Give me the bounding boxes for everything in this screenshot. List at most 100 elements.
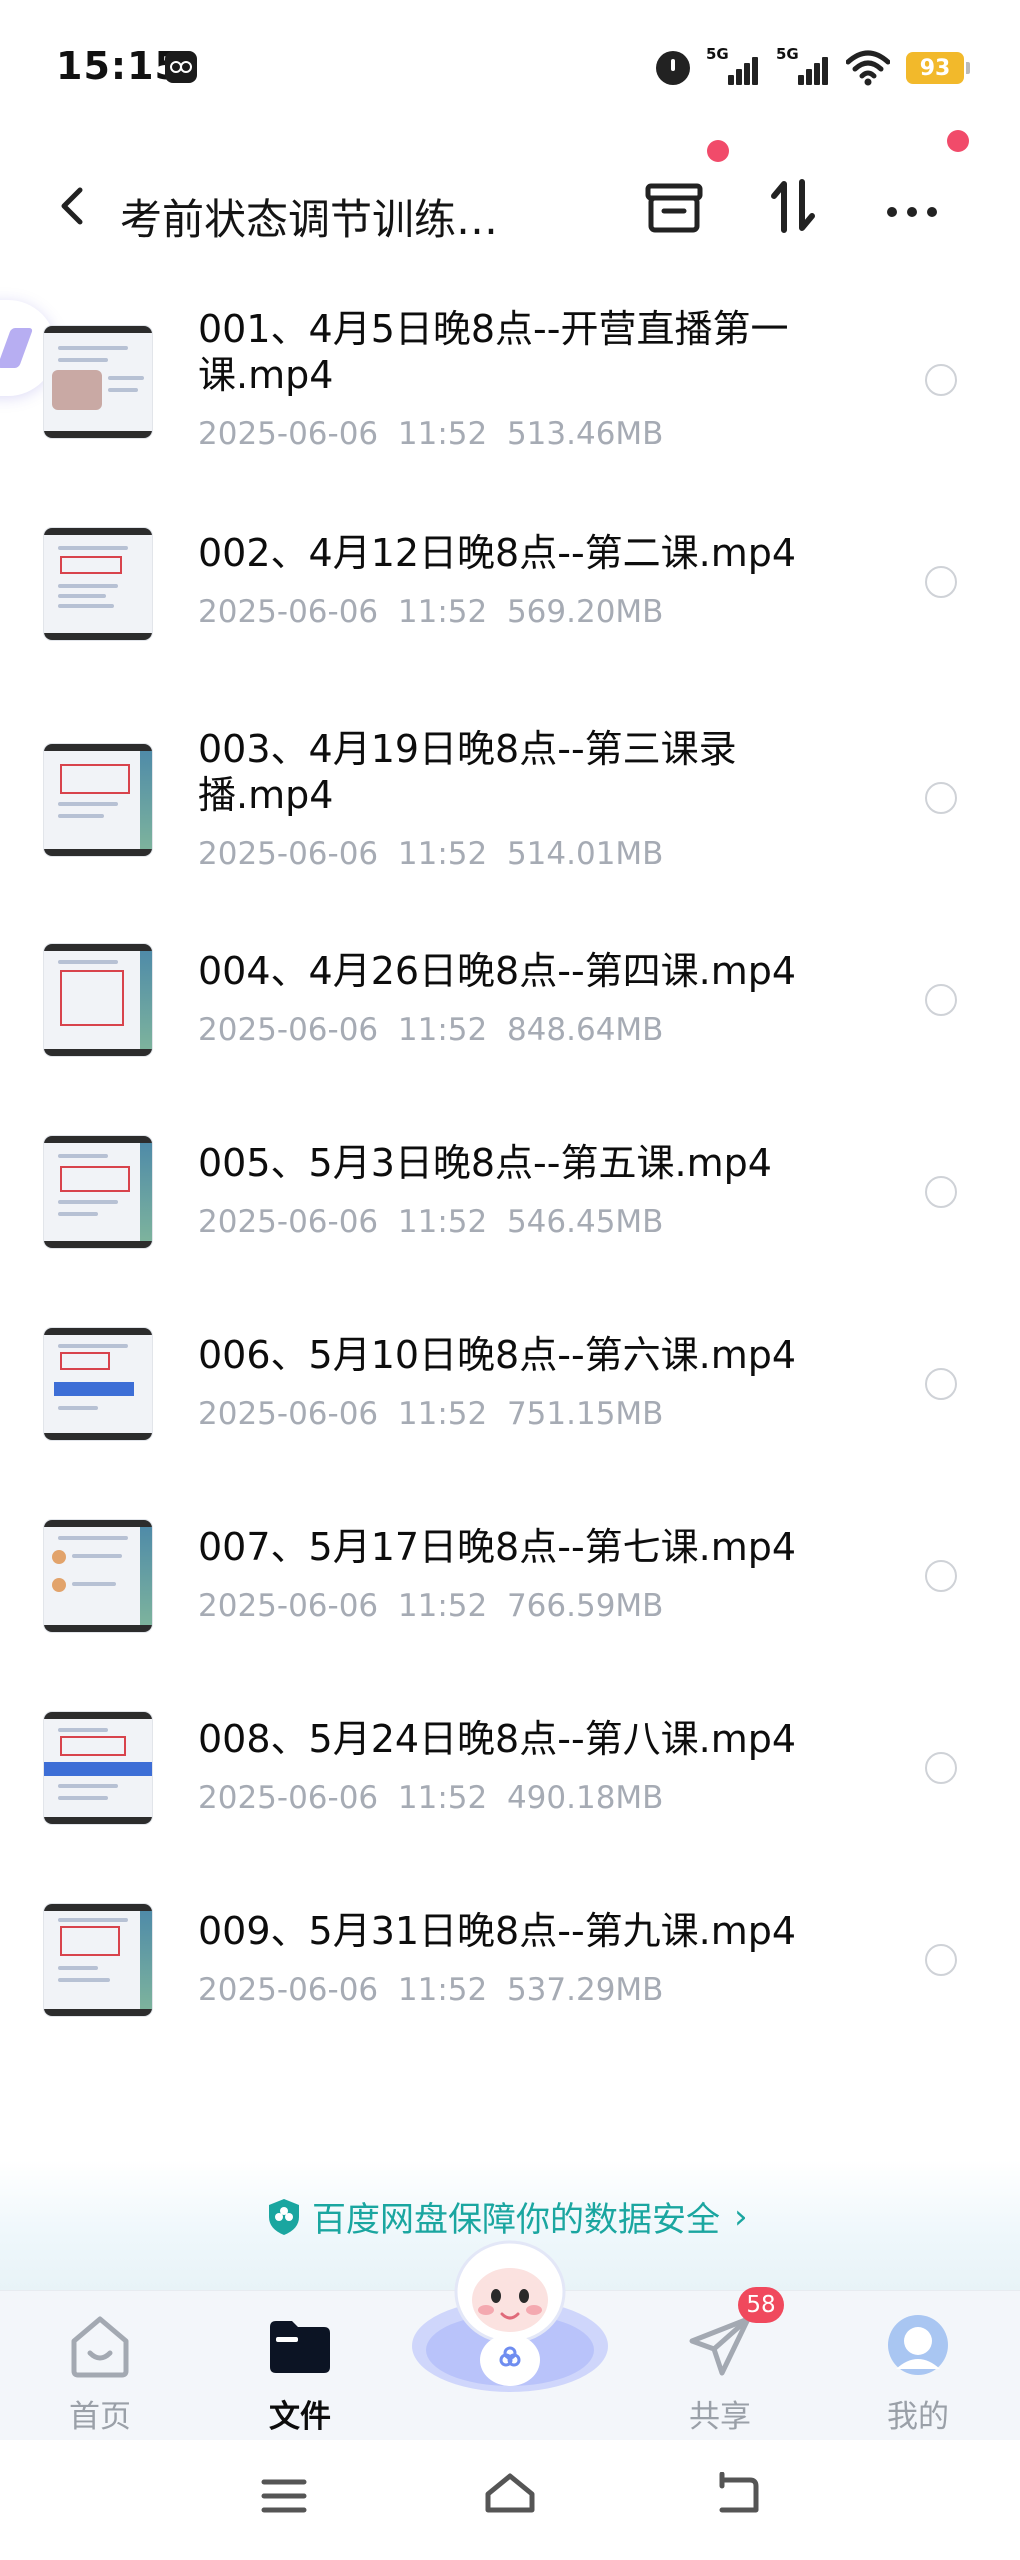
file-time: 11:52 <box>397 1396 488 1432</box>
home-outline-icon[interactable] <box>482 2470 538 2520</box>
file-size: 513.46MB <box>506 416 664 452</box>
file-name: 005、5月3日晚8点--第五课.mp4 <box>198 1141 772 1185</box>
transfer-box-icon[interactable] <box>634 166 714 246</box>
safety-text: 百度网盘保障你的数据安全 <box>312 2200 720 2240</box>
nav-item-profile[interactable]: 我的 <box>848 2309 988 2435</box>
file-meta: 2025-06-06 11:52 546.45MB <box>198 1204 663 1240</box>
select-checkbox[interactable] <box>925 1368 957 1400</box>
file-date: 2025-06-06 <box>198 1588 379 1624</box>
file-size: 569.20MB <box>506 594 664 630</box>
profile-icon <box>888 2315 948 2375</box>
file-name: 007、5月17日晚8点--第七课.mp4 <box>198 1525 797 1569</box>
share-plane-icon <box>689 2316 751 2376</box>
select-checkbox[interactable] <box>925 984 957 1016</box>
video-thumbnail <box>44 1328 152 1440</box>
file-date: 2025-06-06 <box>198 1012 379 1048</box>
nav-item-home[interactable]: 首页 <box>30 2309 170 2435</box>
nav-label: 文件 <box>269 2399 331 2435</box>
file-meta: 2025-06-06 11:52 514.01MB <box>198 836 663 872</box>
wifi-icon <box>846 50 890 86</box>
file-time: 11:52 <box>397 1780 488 1816</box>
file-size: 766.59MB <box>506 1588 664 1624</box>
signal-icon: 5G <box>706 45 760 87</box>
status-bar: 15:15 5G 5G 93 <box>0 0 1020 140</box>
file-date: 2025-06-06 <box>198 1972 379 2008</box>
select-checkbox[interactable] <box>925 1176 957 1208</box>
list-item[interactable]: 004、4月26日晚8点--第四课.mp4 2025-06-06 11:52 8… <box>0 940 1020 1132</box>
select-checkbox[interactable] <box>925 1752 957 1784</box>
video-thumbnail <box>44 1520 152 1632</box>
video-thumbnail <box>44 1712 152 1824</box>
alarm-icon <box>656 51 690 85</box>
file-date: 2025-06-06 <box>198 1204 379 1240</box>
list-item[interactable]: 009、5月31日晚8点--第九课.mp4 2025-06-06 11:52 5… <box>0 1900 1020 2092</box>
mascot-icon[interactable] <box>408 2236 612 2406</box>
signal-label: 5G <box>706 45 729 63</box>
list-item[interactable]: 002、4月12日晚8点--第二课.mp4 2025-06-06 11:52 5… <box>0 522 1020 714</box>
select-checkbox[interactable] <box>925 364 957 396</box>
file-name: 002、4月12日晚8点--第二课.mp4 <box>198 531 797 575</box>
list-item[interactable]: 001、4月5日晚8点--开营直播第一课.mp4 2025-06-06 11:5… <box>0 300 1020 492</box>
list-item[interactable]: 008、5月24日晚8点--第八课.mp4 2025-06-06 11:52 4… <box>0 1708 1020 1900</box>
video-thumbnail <box>44 326 152 438</box>
menu-icon[interactable] <box>258 2474 310 2518</box>
file-time: 11:52 <box>397 1204 488 1240</box>
file-name: 008、5月24日晚8点--第八课.mp4 <box>198 1717 797 1761</box>
file-date: 2025-06-06 <box>198 1396 379 1432</box>
file-date: 2025-06-06 <box>198 836 379 872</box>
file-name: 006、5月10日晚8点--第六课.mp4 <box>198 1333 797 1377</box>
file-meta: 2025-06-06 11:52 569.20MB <box>198 594 663 630</box>
file-name: 001、4月5日晚8点--开营直播第一课.mp4 <box>198 307 789 397</box>
notification-dot <box>707 140 729 162</box>
more-icon[interactable] <box>872 166 952 246</box>
app-icon <box>165 51 197 83</box>
nav-item-share[interactable]: 共享 <box>650 2309 790 2435</box>
video-thumbnail <box>44 944 152 1056</box>
status-icons: 5G 5G 93 <box>656 45 970 90</box>
battery-icon: 93 <box>906 52 970 84</box>
app-header: 考前状态调节训练… <box>0 130 1020 300</box>
file-date: 2025-06-06 <box>198 594 379 630</box>
signal-icon: 5G <box>776 45 830 87</box>
signal-label: 5G <box>776 45 799 63</box>
file-size: 490.18MB <box>506 1780 664 1816</box>
nav-item-files[interactable]: 文件 <box>230 2309 370 2435</box>
file-meta: 2025-06-06 11:52 490.18MB <box>198 1780 663 1816</box>
video-thumbnail <box>44 1904 152 2016</box>
notification-badge: 58 <box>738 2287 784 2323</box>
select-checkbox[interactable] <box>925 1560 957 1592</box>
list-item[interactable]: 005、5月3日晚8点--第五课.mp4 2025-06-06 11:52 54… <box>0 1132 1020 1324</box>
file-size: 848.64MB <box>506 1012 664 1048</box>
file-meta: 2025-06-06 11:52 751.15MB <box>198 1396 663 1432</box>
status-time: 15:15 <box>56 44 182 88</box>
list-item[interactable]: 003、4月19日晚8点--第三课录播.mp4 2025-06-06 11:52… <box>0 720 1020 912</box>
file-time: 11:52 <box>397 1012 488 1048</box>
notification-dot <box>947 130 969 152</box>
file-size: 751.15MB <box>506 1396 664 1432</box>
file-time: 11:52 <box>397 416 488 452</box>
select-checkbox[interactable] <box>925 782 957 814</box>
file-date: 2025-06-06 <box>198 416 379 452</box>
file-time: 11:52 <box>397 836 488 872</box>
chevron-right-icon: › <box>734 2196 748 2237</box>
file-meta: 2025-06-06 11:52 766.59MB <box>198 1588 663 1624</box>
list-item[interactable]: 006、5月10日晚8点--第六课.mp4 2025-06-06 11:52 7… <box>0 1324 1020 1516</box>
back-arrow-icon[interactable] <box>710 2472 762 2518</box>
video-thumbnail <box>44 744 152 856</box>
file-size: 514.01MB <box>506 836 664 872</box>
page-title: 考前状态调节训练… <box>120 195 499 244</box>
list-item[interactable]: 007、5月17日晚8点--第七课.mp4 2025-06-06 11:52 7… <box>0 1516 1020 1708</box>
video-thumbnail <box>44 1136 152 1248</box>
nav-label: 我的 <box>887 2399 949 2435</box>
video-thumbnail <box>44 528 152 640</box>
nav-label: 共享 <box>689 2399 751 2435</box>
select-checkbox[interactable] <box>925 1944 957 1976</box>
file-date: 2025-06-06 <box>198 1780 379 1816</box>
select-checkbox[interactable] <box>925 566 957 598</box>
file-time: 11:52 <box>397 1588 488 1624</box>
sort-icon[interactable] <box>754 166 834 246</box>
back-icon[interactable] <box>44 176 104 236</box>
system-nav <box>0 2440 1020 2560</box>
file-time: 11:52 <box>397 1972 488 2008</box>
shield-icon <box>266 2197 302 2237</box>
